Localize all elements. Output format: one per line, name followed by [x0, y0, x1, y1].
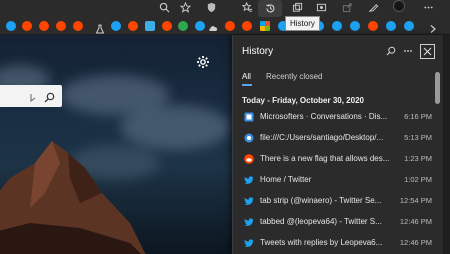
- browser-toolbar: History: [0, 0, 450, 31]
- reddit-icon: [244, 154, 254, 164]
- twitter-icon: [244, 217, 254, 227]
- profile-avatar[interactable]: [393, 0, 405, 12]
- gear-icon[interactable]: [196, 55, 210, 69]
- twitter-icon[interactable]: [195, 21, 205, 31]
- history-item[interactable]: file:///C:/Users/santiago/Desktop/... 5:…: [233, 128, 436, 149]
- search-icon[interactable]: [384, 44, 398, 58]
- history-item-time: 6:16 PM: [404, 112, 432, 121]
- search-input[interactable]: [0, 85, 62, 107]
- twitter-icon[interactable]: [404, 21, 414, 31]
- microphone-icon[interactable]: [28, 90, 38, 102]
- collections-icon[interactable]: [290, 0, 304, 14]
- more-icon[interactable]: [421, 0, 435, 14]
- history-button[interactable]: [258, 0, 282, 17]
- reddit-icon[interactable]: [73, 21, 83, 31]
- twitter-icon[interactable]: [350, 21, 360, 31]
- history-item-title: tabbed @(leopeva64) - Twitter S...: [260, 217, 382, 226]
- new-tab-page: [0, 35, 232, 254]
- history-item-title: Tweets with replies by Leopeva6...: [260, 238, 383, 247]
- history-item-title: There is a new flag that allows des...: [260, 154, 390, 163]
- microsoft-icon: [244, 112, 254, 122]
- feedback-icon[interactable]: [366, 0, 380, 14]
- screenshot-icon[interactable]: [314, 0, 328, 14]
- history-item-time: 1:02 PM: [404, 175, 432, 184]
- close-icon: [423, 47, 432, 56]
- search-icon[interactable]: [157, 0, 171, 14]
- history-tooltip: History: [285, 16, 320, 31]
- history-item[interactable]: Microsofters · Conversations · Dis... 6:…: [233, 107, 436, 128]
- location-pin-icon[interactable]: [178, 21, 188, 31]
- mountain-image: [0, 141, 146, 254]
- scroll-up-arrow-icon[interactable]: [435, 64, 440, 77]
- edge-icon[interactable]: [145, 21, 155, 31]
- shield-icon[interactable]: [204, 0, 218, 14]
- more-icon[interactable]: [401, 44, 415, 58]
- reddit-icon[interactable]: [128, 21, 138, 31]
- history-icon: [263, 1, 277, 15]
- history-item[interactable]: tabbed @(leopeva64) - Twitter S... 12:46…: [233, 212, 436, 233]
- history-item-time: 12:54 PM: [399, 196, 432, 205]
- history-item-title: Microsofters · Conversations · Dis...: [260, 112, 388, 121]
- tab-selected-indicator: [242, 84, 252, 86]
- history-item[interactable]: tab strip (@winaero) - Twitter Se... 12:…: [233, 191, 436, 212]
- reddit-icon[interactable]: [56, 21, 66, 31]
- twitter-icon: [244, 238, 254, 248]
- reddit-icon[interactable]: [162, 21, 172, 31]
- scrollbar-thumb[interactable]: [435, 72, 440, 104]
- history-item-time: 12:46 PM: [399, 217, 432, 226]
- date-heading: Today - Friday, October 30, 2020: [242, 96, 364, 105]
- search-icon[interactable]: [44, 90, 55, 103]
- history-item[interactable]: Home / Twitter 1:02 PM: [233, 170, 436, 191]
- lab-flask-icon[interactable]: [95, 21, 105, 34]
- history-item-time: 12:46 PM: [399, 238, 432, 247]
- close-button[interactable]: [420, 44, 435, 59]
- cloud-icon[interactable]: [208, 21, 218, 31]
- favorites-bar: [0, 17, 450, 35]
- star-icon[interactable]: [178, 0, 192, 14]
- history-item[interactable]: Tweets with replies by Leopeva6... 12:46…: [233, 233, 436, 254]
- history-panel: History All Recently closed Today - Frid…: [232, 35, 443, 254]
- share-icon[interactable]: [340, 0, 354, 14]
- twitter-icon[interactable]: [111, 21, 121, 31]
- history-item[interactable]: There is a new flag that allows des... 1…: [233, 149, 436, 170]
- history-item-title: Home / Twitter: [260, 175, 312, 184]
- reddit-icon[interactable]: [225, 21, 235, 31]
- tab-recently-closed[interactable]: Recently closed: [266, 72, 322, 81]
- twitter-icon[interactable]: [332, 21, 342, 31]
- twitter-icon[interactable]: [386, 21, 396, 31]
- twitter-icon[interactable]: [6, 21, 16, 31]
- microsoft-icon[interactable]: [260, 21, 270, 31]
- history-item-time: 1:23 PM: [404, 154, 432, 163]
- history-item-time: 5:13 PM: [404, 133, 432, 142]
- reddit-icon[interactable]: [242, 21, 252, 31]
- chevron-right-icon[interactable]: [428, 21, 438, 33]
- twitter-icon: [244, 175, 254, 185]
- tab-all[interactable]: All: [242, 72, 251, 81]
- reddit-icon[interactable]: [39, 21, 49, 31]
- panel-title: History: [242, 46, 274, 57]
- reddit-icon[interactable]: [368, 21, 378, 31]
- twitter-icon: [244, 196, 254, 206]
- reddit-icon[interactable]: [22, 21, 32, 31]
- history-item-title: tab strip (@winaero) - Twitter Se...: [260, 196, 382, 205]
- scrollbar[interactable]: [435, 68, 440, 251]
- favorites-icon[interactable]: [240, 0, 254, 14]
- file-icon: [244, 133, 254, 143]
- history-item-title: file:///C:/Users/santiago/Desktop/...: [260, 133, 384, 142]
